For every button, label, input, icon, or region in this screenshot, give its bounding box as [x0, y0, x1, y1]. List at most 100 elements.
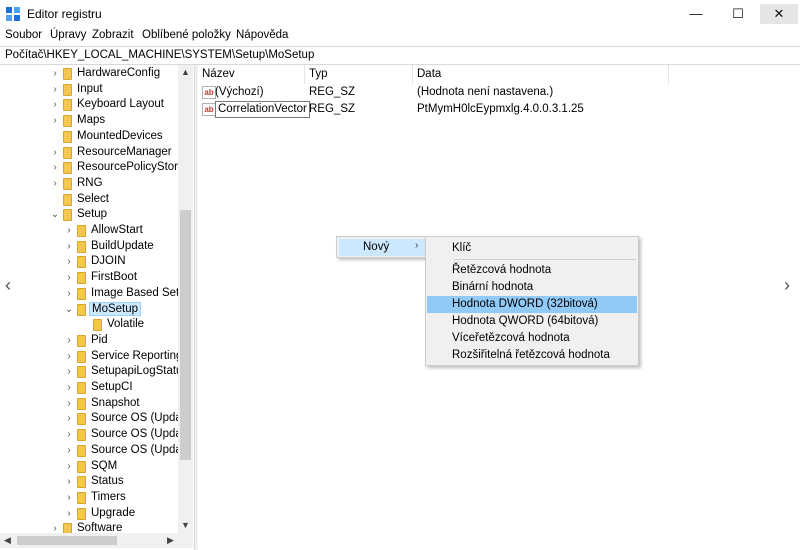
tree-item-label: Pid: [91, 333, 108, 346]
menu-separator: [454, 259, 636, 260]
tree-item-label: Source OS (Updat: [91, 443, 185, 456]
chevron-right-icon[interactable]: ›: [64, 270, 74, 286]
tree-item-label: RNG: [77, 176, 103, 189]
chevron-right-icon[interactable]: ›: [64, 474, 74, 490]
tree-item-label: Source OS (Updat: [91, 412, 185, 425]
submenu-item[interactable]: Hodnota QWORD (64bitová): [427, 313, 637, 330]
chevron-right-icon[interactable]: ›: [64, 333, 74, 349]
folder-icon: [77, 240, 86, 253]
submenu-item[interactable]: Binární hodnota: [427, 279, 637, 296]
chevron-right-icon[interactable]: ›: [64, 506, 74, 522]
chevron-right-icon[interactable]: ›: [784, 275, 790, 296]
menu-upravy[interactable]: Úpravy: [50, 29, 86, 41]
submenu-item[interactable]: Víceřetězcová hodnota: [427, 330, 637, 347]
chevron-right-icon[interactable]: ›: [64, 459, 74, 475]
chevron-right-icon[interactable]: ›: [64, 239, 74, 255]
tree-item-label: SetupapiLogStatu: [91, 365, 183, 378]
value-data: PtMymH0lcEypmxlg.4.0.0.3.1.25: [417, 103, 584, 115]
folder-icon: [77, 334, 86, 347]
chevron-right-icon[interactable]: ›: [64, 427, 74, 443]
submenu-item[interactable]: Klíč: [427, 240, 637, 257]
tree-item-label: Input: [77, 82, 103, 95]
chevron-right-icon[interactable]: ›: [50, 113, 60, 129]
folder-icon: [77, 225, 86, 237]
submenu-item[interactable]: Řetězcová hodnota: [427, 262, 637, 279]
column-header-name[interactable]: Název: [198, 65, 305, 84]
submenu-item[interactable]: Rozšiřitelná řetězcová hodnota: [427, 347, 637, 364]
menu-zobrazit[interactable]: Zobrazit: [92, 29, 134, 41]
value-name: (Výchozí): [215, 86, 264, 98]
maximize-button[interactable]: ☐: [720, 0, 756, 28]
chevron-right-icon[interactable]: ›: [64, 490, 74, 506]
scroll-thumb[interactable]: [17, 536, 117, 545]
rename-input[interactable]: CorrelationVector: [215, 101, 310, 118]
chevron-right-icon[interactable]: ›: [64, 443, 74, 459]
chevron-right-icon[interactable]: ›: [50, 66, 60, 82]
chevron-down-icon[interactable]: ⌄: [64, 302, 74, 318]
folder-icon: [63, 83, 72, 96]
chevron-right-icon[interactable]: ›: [64, 380, 74, 396]
value-row[interactable]: ab (Výchozí) REG_SZ (Hodnota není nastavena…: [198, 84, 668, 101]
scroll-down-icon[interactable]: ▼: [178, 518, 193, 533]
folder-icon: [63, 209, 72, 222]
value-data: (Hodnota není nastavena.): [417, 86, 554, 98]
context-menu: Nový ›: [336, 236, 428, 258]
minimize-button[interactable]: —: [678, 0, 714, 28]
chevron-right-icon[interactable]: ›: [64, 411, 74, 427]
tree-item-label: Status: [91, 475, 124, 488]
folder-icon: [93, 319, 102, 332]
chevron-right-icon[interactable]: ›: [50, 145, 60, 161]
column-header-data[interactable]: Data: [413, 65, 669, 84]
chevron-right-icon[interactable]: ›: [50, 97, 60, 113]
menu-item-label: Nový: [363, 241, 390, 253]
menu-item-novy[interactable]: Nový ›: [339, 239, 425, 256]
folder-icon: [63, 99, 72, 112]
chevron-right-icon[interactable]: ›: [64, 349, 74, 365]
title-bar: Editor registru — ☐ ✕: [0, 0, 800, 28]
menu-napoveda[interactable]: Nápověda: [236, 29, 288, 41]
submenu-item[interactable]: Hodnota DWORD (32bitová): [427, 296, 637, 313]
folder-icon: [77, 507, 86, 520]
chevron-right-icon[interactable]: ›: [64, 254, 74, 270]
menu-oblibene[interactable]: Oblíbené položky: [142, 29, 231, 41]
chevron-right-icon[interactable]: ›: [64, 364, 74, 380]
menu-soubor[interactable]: Soubor: [5, 29, 42, 41]
chevron-right-icon[interactable]: ›: [64, 396, 74, 412]
scroll-up-icon[interactable]: ▲: [178, 65, 193, 80]
tree-item-label: Maps: [77, 114, 106, 127]
scroll-thumb[interactable]: [180, 210, 191, 460]
minimize-icon: —: [689, 6, 703, 21]
address-path[interactable]: Počítač\HKEY_LOCAL_MACHINE\SYSTEM\Setup\…: [5, 49, 314, 61]
chevron-left-icon[interactable]: ‹: [5, 275, 11, 296]
close-button[interactable]: ✕: [760, 4, 798, 24]
folder-icon: [77, 413, 86, 426]
folder-icon: [77, 397, 86, 410]
chevron-right-icon: ›: [415, 240, 419, 251]
chevron-right-icon[interactable]: ›: [64, 223, 74, 239]
tree-item-label: MountedDevices: [77, 129, 163, 142]
chevron-down-icon[interactable]: ⌄: [50, 207, 60, 223]
chevron-right-icon[interactable]: ›: [50, 160, 60, 176]
value-type: REG_SZ: [309, 86, 356, 98]
window-title: Editor registru: [27, 7, 102, 21]
value-row[interactable]: ab CorrelationVector REG_SZ PtMymH0lcEypmxl…: [198, 101, 668, 118]
scroll-right-icon[interactable]: ▶: [163, 533, 178, 548]
chevron-right-icon[interactable]: ›: [50, 176, 60, 192]
chevron-right-icon[interactable]: ›: [64, 286, 74, 302]
tree-horizontal-scrollbar[interactable]: ◀ ▶: [0, 533, 193, 548]
folder-icon: [77, 366, 86, 379]
tree-item-label: Snapshot: [91, 396, 140, 409]
scroll-left-icon[interactable]: ◀: [0, 533, 15, 548]
chevron-right-icon[interactable]: ›: [50, 82, 60, 98]
folder-icon: [63, 162, 72, 175]
tree-item-label: Keyboard Layout: [77, 98, 164, 111]
tree-item-label: Upgrade: [91, 506, 136, 519]
tree-vertical-scrollbar[interactable]: ▲ ▼: [178, 65, 193, 533]
folder-icon: [77, 476, 86, 489]
column-header-type[interactable]: Typ: [305, 65, 413, 84]
folder-icon: [77, 303, 86, 316]
tree-item-label: Setup: [77, 208, 108, 221]
address-bar[interactable]: Počítač\HKEY_LOCAL_MACHINE\SYSTEM\Setup\…: [0, 46, 800, 65]
folder-icon: [77, 287, 86, 300]
folder-icon: [77, 382, 86, 394]
